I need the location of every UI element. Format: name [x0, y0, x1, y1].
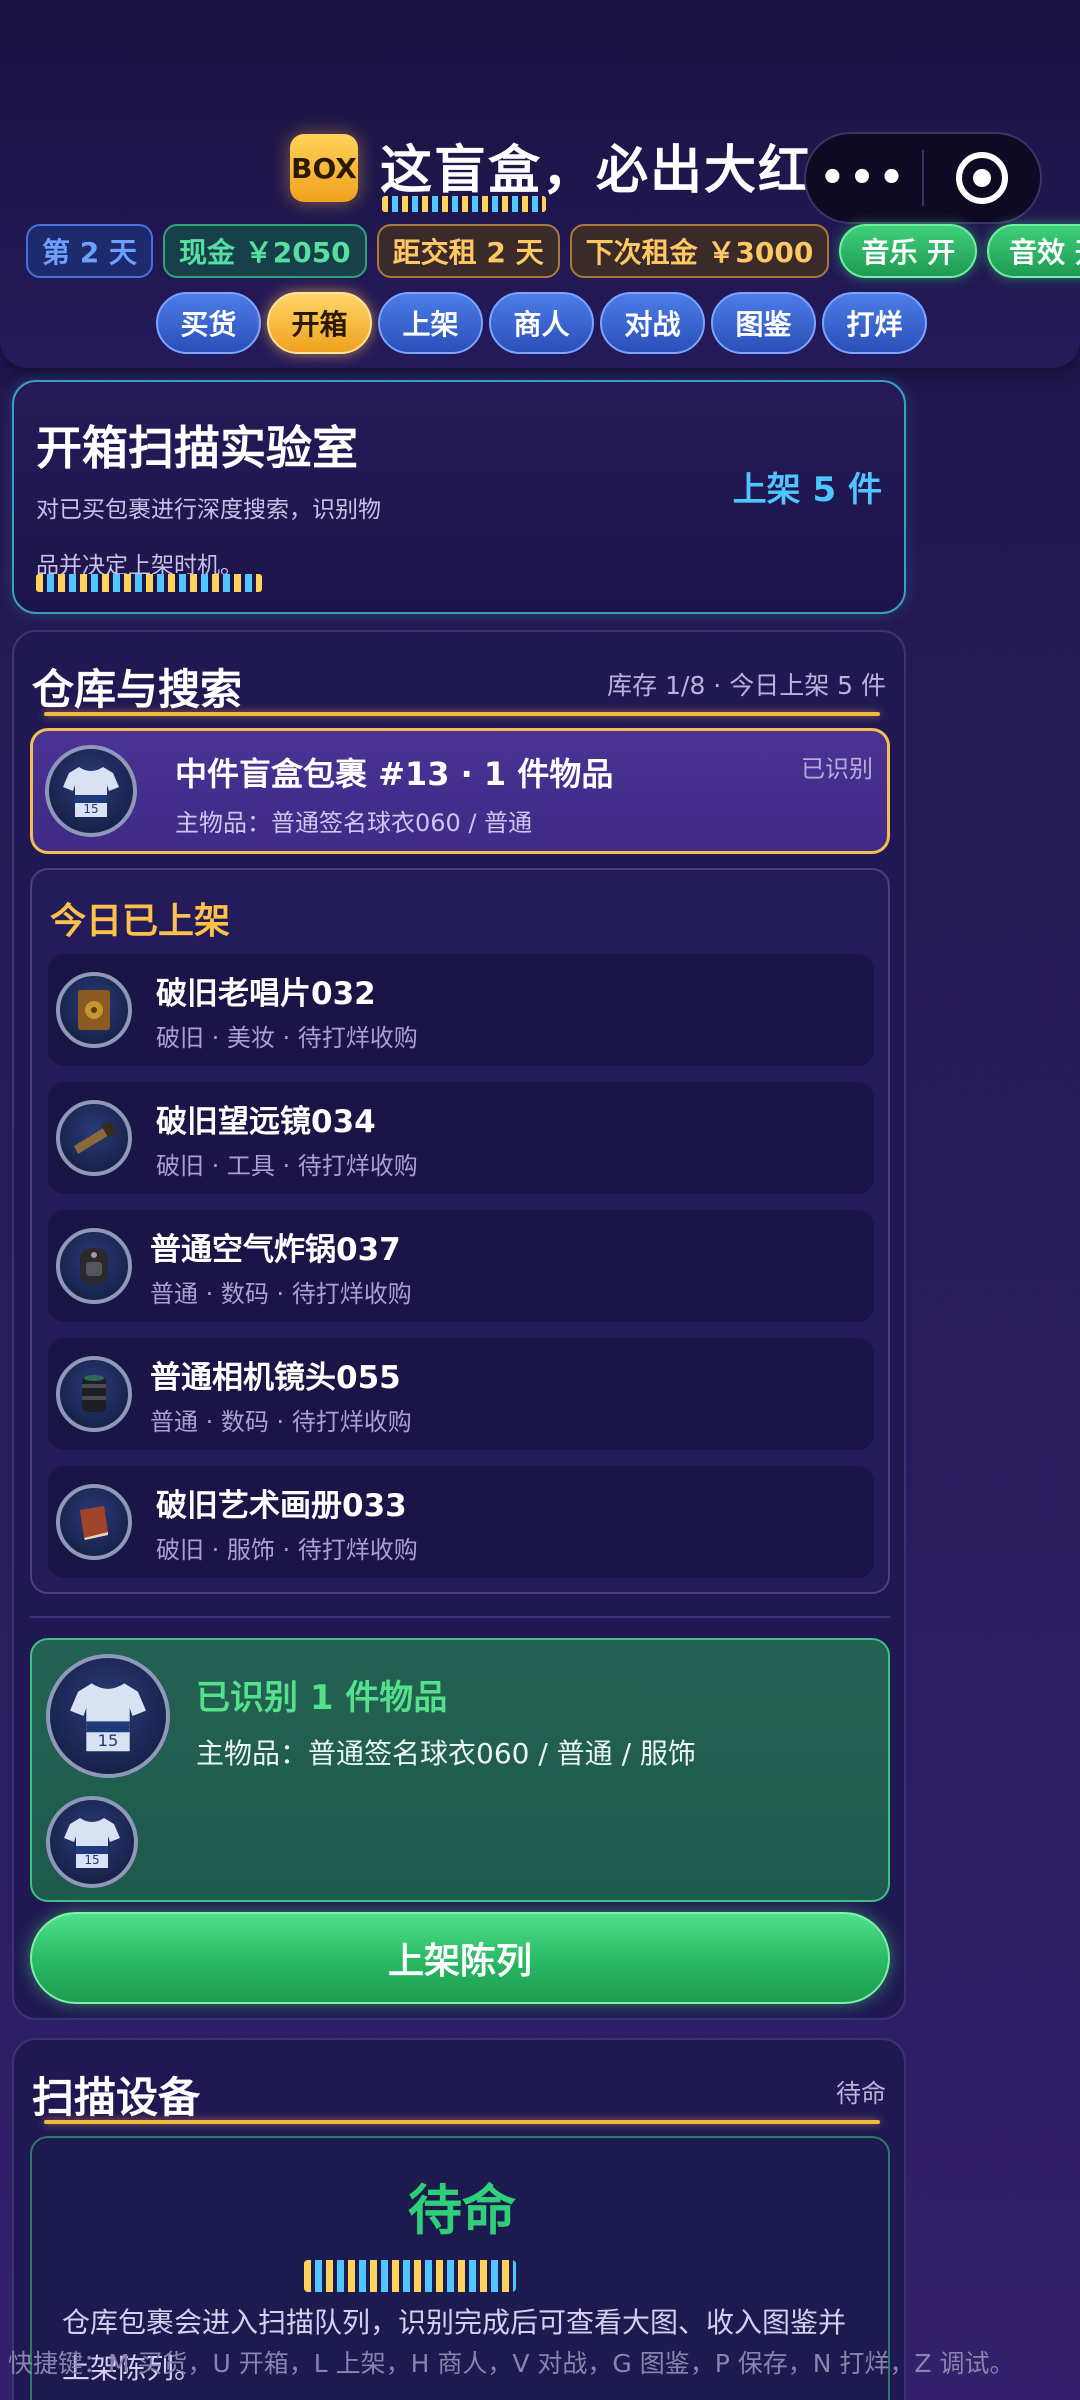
item-meta: 破旧 · 美妆 · 待打烊收购: [156, 1024, 418, 1052]
art-book-icon: [56, 1484, 132, 1560]
warehouse-meta: 库存 1/8 · 今日上架 5 件: [607, 671, 886, 700]
identified-box: 15 15 已识别 1 件物品 主物品：普通签名球衣060 / 普通 / 服饰: [30, 1638, 890, 1902]
identified-main-item: 主物品：普通签名球衣060 / 普通 / 服饰: [196, 1737, 696, 1770]
section-divider: [30, 1616, 890, 1618]
telescope-icon: [56, 1100, 132, 1176]
item-name: 普通相机镜头055: [150, 1360, 401, 1396]
list-display-button[interactable]: 上架陈列: [30, 1912, 890, 2004]
next-rent-badge: 下次租金 ￥3000: [569, 224, 830, 278]
box-logo: BOX: [290, 134, 358, 202]
item-meta: 普通 · 数码 · 待打烊收购: [150, 1408, 412, 1436]
package-status: 已识别: [801, 755, 873, 783]
jersey-thumbnail-icon[interactable]: 15: [46, 1796, 138, 1888]
sfx-toggle[interactable]: 音效 开: [987, 224, 1080, 278]
identified-title: 已识别 1 件物品: [196, 1678, 448, 1718]
jersey-icon[interactable]: 15: [46, 1654, 170, 1778]
list-item[interactable]: 破旧望远镜034 破旧 · 工具 · 待打烊收购: [48, 1082, 874, 1194]
tab-close-shop[interactable]: 打烊: [822, 292, 927, 354]
package-name: 中件盲盒包裹 #13 · 1 件物品: [175, 755, 614, 793]
main-nav: 买货 开箱 上架 商人 对战 图鉴 打烊: [156, 292, 927, 354]
shortcut-hint: 快捷键：M 买货，U 开箱，L 上架，H 商人，V 对战，G 图鉴，P 保存，N…: [8, 2349, 1015, 2378]
item-name: 破旧望远镜034: [156, 1104, 376, 1140]
svg-text:15: 15: [83, 802, 98, 816]
gold-divider: [44, 2120, 880, 2124]
camera-lens-icon: [56, 1356, 132, 1432]
item-name: 破旧老唱片032: [156, 976, 376, 1012]
tab-battle[interactable]: 对战: [600, 292, 705, 354]
tab-open-box[interactable]: 开箱: [267, 292, 372, 354]
scan-stripe-decoration: [304, 2260, 516, 2292]
item-name: 破旧艺术画册033: [156, 1488, 407, 1524]
tab-list[interactable]: 上架: [378, 292, 483, 354]
item-meta: 普通 · 数码 · 待打烊收购: [150, 1280, 412, 1308]
item-meta: 破旧 · 工具 · 待打烊收购: [156, 1152, 418, 1180]
day-badge: 第 2 天: [26, 224, 153, 278]
scanner-status: 待命: [835, 2079, 886, 2108]
svg-text:15: 15: [84, 1853, 99, 1867]
tab-merchant[interactable]: 商人: [489, 292, 594, 354]
target-icon: [955, 152, 1008, 204]
lab-listed-count: 上架 5 件: [732, 470, 882, 510]
list-item[interactable]: 破旧老唱片032 破旧 · 美妆 · 待打烊收购: [48, 954, 874, 1066]
list-item[interactable]: 破旧艺术画册033 破旧 · 服饰 · 待打烊收购: [48, 1466, 874, 1578]
stats-row: 第 2 天 现金 ￥2050 距交租 2 天 下次租金 ￥3000 音乐 开 音…: [26, 224, 1080, 278]
standby-status: 待命: [408, 2179, 516, 2242]
title-stripe-decoration: [382, 196, 546, 212]
jersey-icon: 15: [45, 745, 137, 837]
list-item[interactable]: 普通相机镜头055 普通 · 数码 · 待打烊收购: [48, 1338, 874, 1450]
mini-program-capsule: •••: [804, 132, 1042, 224]
listed-today-title: 今日已上架: [50, 901, 231, 942]
gold-divider: [44, 712, 880, 716]
record-icon: [56, 972, 132, 1048]
top-header: BOX 这盲盒，必出大红 ••• 第 2 天 现金 ￥2050 距交租 2 天 …: [0, 0, 1080, 368]
list-item[interactable]: 普通空气炸锅037 普通 · 数码 · 待打烊收购: [48, 1210, 874, 1322]
scanner-title: 扫描设备: [32, 2073, 201, 2122]
item-name: 普通空气炸锅037: [150, 1232, 401, 1268]
lab-title: 开箱扫描实验室: [36, 421, 358, 475]
lab-stripe-decoration: [36, 574, 262, 592]
warehouse-title: 仓库与搜索: [32, 665, 243, 714]
music-toggle[interactable]: 音乐 开: [839, 224, 978, 278]
item-meta: 破旧 · 服饰 · 待打烊收购: [156, 1536, 418, 1564]
more-options-icon[interactable]: •••: [806, 155, 922, 201]
cash-badge: 现金 ￥2050: [162, 224, 367, 278]
svg-text:15: 15: [98, 1731, 119, 1750]
package-main-item: 主物品：普通签名球衣060 / 普通: [175, 809, 533, 837]
warehouse-panel: 仓库与搜索 库存 1/8 · 今日上架 5 件 15 中件盲盒包裹 #13 · …: [12, 630, 906, 2020]
package-card[interactable]: 15 中件盲盒包裹 #13 · 1 件物品 主物品：普通签名球衣060 / 普通…: [30, 728, 890, 854]
tab-catalog[interactable]: 图鉴: [711, 292, 816, 354]
lab-card: 开箱扫描实验室 对已买包裹进行深度搜索，识别物品并决定上架时机。 上架 5 件: [12, 380, 906, 614]
app-title: 这盲盒，必出大红: [380, 141, 813, 201]
tab-buy[interactable]: 买货: [156, 292, 261, 354]
listed-today-box: 今日已上架 破旧老唱片032 破旧 · 美妆 · 待打烊收购 破旧望远镜034 …: [30, 868, 890, 1594]
rent-due-badge: 距交租 2 天: [376, 224, 560, 278]
air-fryer-icon: [56, 1228, 132, 1304]
close-miniprogram-button[interactable]: [924, 152, 1040, 204]
